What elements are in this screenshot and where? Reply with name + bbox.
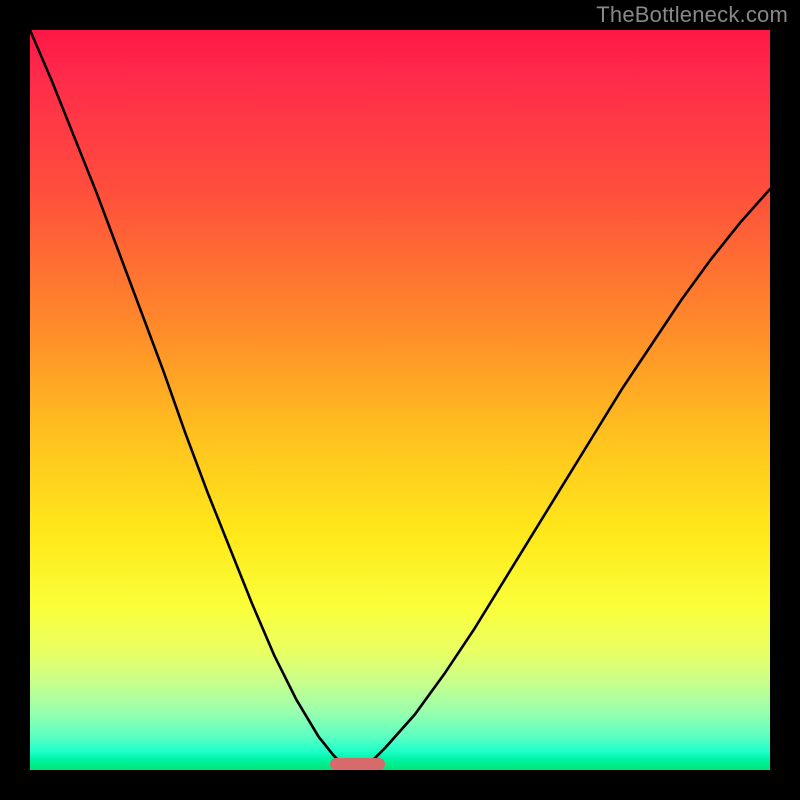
watermark-text: TheBottleneck.com xyxy=(596,2,788,28)
plot-area xyxy=(30,30,770,770)
bottleneck-curve xyxy=(30,30,770,770)
curve-left-branch xyxy=(30,30,348,770)
chart-frame: TheBottleneck.com xyxy=(0,0,800,800)
curve-right-branch xyxy=(363,189,770,770)
optimal-range-marker xyxy=(330,758,386,770)
